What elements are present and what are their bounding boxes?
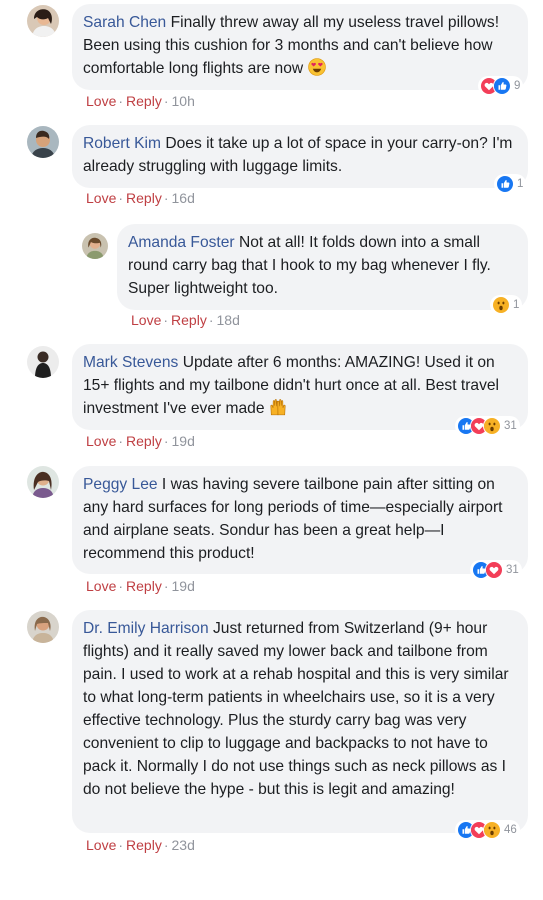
reply-link[interactable]: Reply <box>126 837 162 853</box>
comment-actions: Love · Reply · 23d <box>86 837 195 853</box>
separator-dot: · <box>118 837 124 853</box>
comment: Dr. Emily Harrison Just returned from Sw… <box>0 0 543 870</box>
comment-bubble: Dr. Emily Harrison Just returned from Sw… <box>72 610 528 833</box>
love-link[interactable]: Love <box>86 837 116 853</box>
avatar[interactable] <box>27 611 59 643</box>
comment-author[interactable]: Dr. Emily Harrison <box>83 620 209 637</box>
reaction-summary[interactable]: 46 <box>455 820 520 840</box>
separator-dot: · <box>163 837 169 853</box>
wow-reaction-icon <box>483 821 501 839</box>
reaction-count: 46 <box>504 824 517 836</box>
comment-timestamp[interactable]: 23d <box>172 837 195 853</box>
comment-text: Just returned from Switzerland (9+ hour … <box>83 620 509 798</box>
